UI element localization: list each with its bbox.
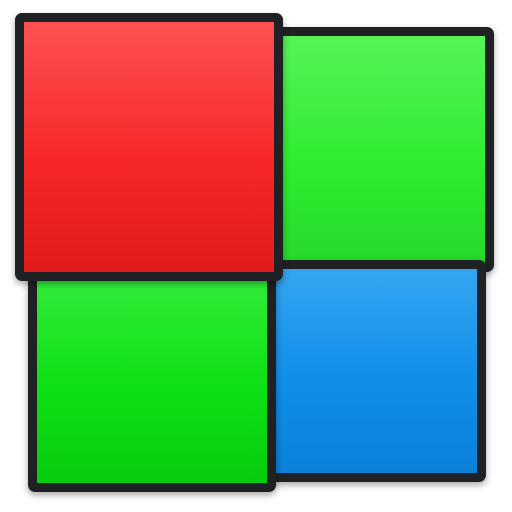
green-square-bottom-left (28, 264, 276, 492)
four-color-squares-icon (0, 0, 512, 512)
blue-square-bottom-right (262, 260, 486, 482)
red-square-top-left (15, 13, 283, 281)
green-square-top-right (268, 27, 494, 272)
